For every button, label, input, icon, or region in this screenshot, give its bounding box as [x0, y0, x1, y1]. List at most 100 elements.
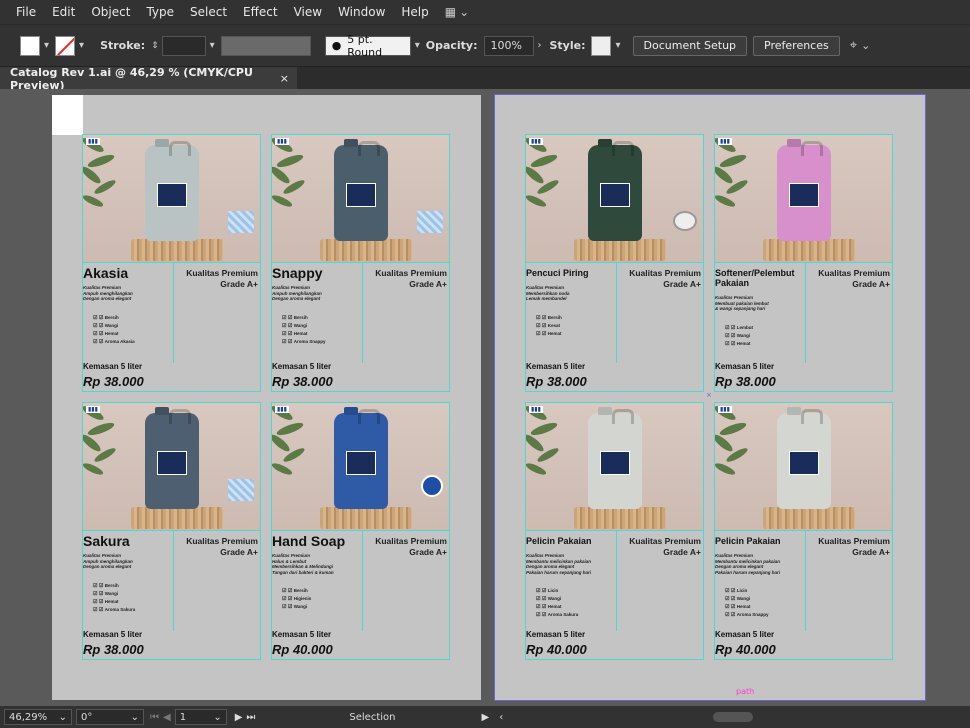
product-name: Snappy — [272, 265, 323, 281]
status-arrow-icon[interactable]: ▶ — [482, 712, 490, 723]
opacity-arrow-icon[interactable]: › — [538, 40, 542, 51]
description-line: Dengan aroma elegant — [272, 296, 321, 301]
document-setup-button[interactable]: Document Setup — [632, 35, 748, 56]
menu-file[interactable]: File — [8, 5, 44, 19]
zoom-value: 46,29% — [9, 711, 48, 723]
product-card[interactable]: ▮▮▮ Pelicin Pakaian Kualitas Premium Grad… — [714, 402, 893, 660]
fill-dropdown-icon[interactable]: ▾ — [44, 40, 49, 51]
product-card[interactable]: ▮▮▮ Snappy Kualitas Premium Grade A+ Kuali… — [271, 134, 450, 392]
arrange-icon[interactable]: ⌖ — [850, 38, 857, 53]
product-card[interactable]: ▮▮▮ Softener/Pelembut Pakaian Kualitas P… — [714, 134, 893, 392]
variable-width-profile[interactable] — [220, 35, 311, 56]
stroke-label[interactable]: Stroke: — [100, 39, 145, 52]
checkbox-icon — [93, 323, 99, 328]
scroll-left-icon[interactable]: ‹ — [499, 712, 503, 723]
feature-list: Lembut Wangi Hemat — [725, 324, 753, 348]
chevron-down-icon[interactable]: ⌄ — [861, 39, 870, 52]
quality-line-2: Grade A+ — [220, 279, 258, 289]
preferences-button[interactable]: Preferences — [753, 35, 840, 56]
brand-logo: ▮▮▮ — [718, 406, 732, 413]
opacity-input[interactable]: 100% — [483, 35, 534, 56]
product-photo: ▮▮▮ — [715, 403, 892, 531]
feature-item: Kesat — [536, 322, 562, 330]
stroke-weight-input[interactable] — [161, 35, 206, 56]
prev-artboard-icon[interactable]: ◀ — [163, 712, 171, 723]
menu-edit[interactable]: Edit — [44, 5, 83, 19]
feature-text: Wangi — [731, 333, 750, 338]
feature-text: Hemat — [99, 599, 119, 604]
product-card[interactable]: ▮▮▮ Hand Soap Kualitas Premium Grade A+ Ku… — [271, 402, 450, 660]
feature-text: Bersih — [99, 583, 119, 588]
style-dropdown-icon[interactable]: ▾ — [615, 40, 620, 51]
menu-object[interactable]: Object — [83, 5, 138, 19]
menu-view[interactable]: View — [286, 5, 330, 19]
close-icon[interactable]: × — [280, 72, 289, 85]
product-card[interactable]: ▮▮▮ Pelicin Pakaian Kualitas Premium Grad… — [525, 402, 704, 660]
stroke-weight-dropdown-icon[interactable]: ▾ — [210, 40, 215, 51]
stroke-swatch-none[interactable] — [55, 35, 76, 56]
brush-dropdown-icon[interactable]: ▾ — [415, 40, 420, 51]
quality-label: Kualitas Premium Grade A+ — [186, 268, 258, 290]
feature-item: Hemat — [536, 330, 562, 338]
menu-help[interactable]: Help — [393, 5, 436, 19]
feature-list: Bersih Wangi Hemat Aroma Sakura — [93, 582, 135, 614]
card-divider — [805, 531, 806, 631]
checkbox-icon — [282, 315, 288, 320]
description-line: Pakaian harum sepanjang hari — [526, 569, 592, 575]
stepper-icon[interactable]: ⇕ — [151, 41, 159, 51]
feature-item: Wangi — [536, 595, 578, 603]
product-description: Kualitas Premium Membuat pakaian lembut & … — [715, 295, 769, 312]
menu-type[interactable]: Type — [138, 5, 182, 19]
feature-item: Wangi — [282, 322, 326, 330]
quality-line-2: Grade A+ — [663, 547, 701, 557]
quality-label: Kualitas Premium Grade A+ — [186, 536, 258, 558]
first-artboard-icon[interactable]: ⏮ — [150, 712, 159, 723]
feature-item: Hemat — [725, 603, 769, 611]
brush-definition[interactable]: ● 5 pt. Round — [324, 33, 411, 59]
quality-label: Kualitas Premium Grade A+ — [818, 536, 890, 558]
rotate-view-field[interactable]: 0° ⌄ — [76, 709, 144, 725]
next-artboard-icon[interactable]: ▶ — [235, 712, 243, 723]
horizontal-scrollbar-thumb[interactable] — [713, 712, 754, 722]
product-photo: ▮▮▮ — [83, 403, 260, 531]
feature-item: Wangi — [282, 603, 311, 611]
feature-item: Aroma Snappy — [282, 338, 326, 346]
quality-line-1: Kualitas Premium — [375, 268, 447, 278]
menu-window[interactable]: Window — [330, 5, 393, 19]
jug-label — [157, 451, 187, 475]
feature-item: Aroma Akasia — [93, 338, 135, 346]
wood-stump-icon — [574, 507, 666, 529]
graphic-style-swatch[interactable] — [591, 35, 612, 56]
menu-select[interactable]: Select — [182, 5, 235, 19]
artboard-number-field[interactable]: 1 ⌄ — [174, 709, 227, 725]
feature-text: Hemat — [288, 331, 308, 336]
product-card[interactable]: ▮▮▮ Sakura Kualitas Premium Grade A+ Kuali… — [82, 402, 261, 660]
product-card[interactable]: ▮▮▮ Pencuci Piring Kualitas Premium Grade… — [525, 134, 704, 392]
product-jug-icon — [334, 141, 388, 241]
product-card[interactable]: ▮▮▮ Akasia Kualitas Premium Grade A+ Kuali… — [82, 134, 261, 392]
workspace-switcher-button[interactable]: ▦ ⌄ — [445, 5, 469, 19]
product-jug-icon — [334, 409, 388, 509]
zoom-field[interactable]: 46,29% ⌄ — [4, 709, 72, 725]
chevron-down-icon: ⌄ — [213, 711, 222, 723]
rotate-value: 0° — [81, 711, 93, 723]
white-rectangle[interactable] — [52, 95, 83, 135]
canvas[interactable]: ▮▮▮ Akasia Kualitas Premium Grade A+ Kuali… — [0, 89, 970, 706]
document-tab[interactable]: Catalog Rev 1.ai @ 46,29 % (CMYK/CPU Pre… — [0, 66, 297, 92]
menu-bar: File Edit Object Type Select Effect View… — [0, 0, 970, 24]
package-size: Kemasan 5 liter — [526, 362, 586, 371]
stroke-dropdown-icon[interactable]: ▾ — [79, 40, 84, 51]
current-tool-label[interactable]: Selection — [349, 712, 395, 723]
feature-item: Higienis — [282, 595, 311, 603]
last-artboard-icon[interactable]: ⏭ — [246, 712, 255, 723]
wood-stump-icon — [763, 239, 855, 261]
quality-line-1: Kualitas Premium — [629, 536, 701, 546]
price: Rp 38.000 — [715, 374, 776, 389]
quality-line-1: Kualitas Premium — [186, 268, 258, 278]
opacity-label[interactable]: Opacity: — [426, 39, 478, 52]
chevron-down-icon: ⌄ — [58, 711, 67, 723]
menu-effect[interactable]: Effect — [235, 5, 286, 19]
fill-swatch[interactable] — [20, 35, 40, 56]
card-divider — [362, 531, 363, 631]
quality-label: Kualitas Premium Grade A+ — [375, 268, 447, 290]
